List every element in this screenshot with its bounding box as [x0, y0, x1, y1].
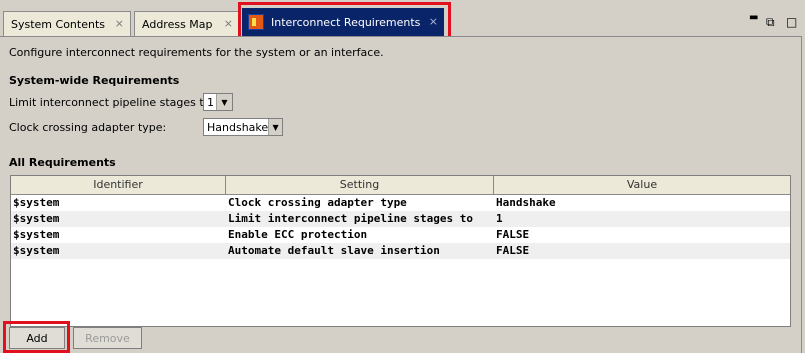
cell-identifier: $system — [13, 244, 60, 257]
interconnect-requirements-panel: Configure interconnect requirements for … — [0, 36, 802, 353]
table-row[interactable]: $system Limit interconnect pipeline stag… — [11, 211, 790, 227]
cell-value: Handshake — [496, 196, 556, 209]
close-icon[interactable]: ⨯ — [224, 17, 233, 30]
tab-label: Address Map — [142, 17, 213, 31]
cell-identifier: $system — [13, 196, 60, 209]
column-header-value[interactable]: Value — [494, 176, 790, 194]
cell-setting: Enable ECC protection — [228, 228, 368, 241]
tab-bar: System Contents ⨯ Address Map ⨯ Intercon… — [0, 0, 805, 45]
clock-crossing-select[interactable]: Handshake ▼ — [203, 118, 283, 136]
cell-setting: Limit interconnect pipeline stages to — [228, 212, 474, 225]
cell-identifier: $system — [13, 212, 60, 225]
restore-icon[interactable]: ⧉ — [766, 15, 775, 30]
maximize-icon[interactable]: □ — [786, 15, 797, 29]
pipeline-stages-select[interactable]: 1 ▼ — [203, 93, 233, 111]
highlight-box — [3, 321, 70, 353]
pipeline-stages-value: 1 — [207, 95, 214, 109]
panel-description: Configure interconnect requirements for … — [9, 46, 384, 59]
system-wide-heading: System-wide Requirements — [9, 74, 180, 87]
close-icon[interactable]: ⨯ — [115, 17, 124, 30]
table-header: Identifier Setting Value — [11, 176, 790, 195]
cell-value: 1 — [496, 212, 503, 225]
column-header-identifier[interactable]: Identifier — [11, 176, 226, 194]
pipeline-label: Limit interconnect pipeline stages to: — [9, 96, 215, 109]
clock-crossing-label: Clock crossing adapter type: — [9, 121, 167, 134]
all-requirements-heading: All Requirements — [9, 156, 116, 169]
requirements-table: Identifier Setting Value $system Clock c… — [10, 175, 791, 327]
chevron-down-icon[interactable]: ▼ — [268, 119, 282, 135]
tab-label: System Contents — [11, 17, 105, 31]
cell-value: FALSE — [496, 228, 530, 241]
clock-crossing-value: Handshake — [207, 120, 269, 134]
minimize-icon[interactable]: ▬ — [749, 12, 758, 23]
cell-setting: Automate default slave insertion — [228, 244, 440, 257]
cell-setting: Clock crossing adapter type — [228, 196, 407, 209]
table-row[interactable]: $system Enable ECC protection FALSE — [11, 227, 790, 243]
chevron-down-icon[interactable]: ▼ — [216, 94, 232, 110]
table-row[interactable]: $system Automate default slave insertion… — [11, 243, 790, 259]
table-row[interactable]: $system Clock crossing adapter type Hand… — [11, 195, 790, 211]
cell-value: FALSE — [496, 244, 530, 257]
tab-system-contents[interactable]: System Contents ⨯ — [3, 11, 131, 36]
column-header-setting[interactable]: Setting — [226, 176, 494, 194]
remove-button[interactable]: Remove — [73, 327, 142, 349]
tab-address-map[interactable]: Address Map ⨯ — [134, 11, 240, 36]
cell-identifier: $system — [13, 228, 60, 241]
